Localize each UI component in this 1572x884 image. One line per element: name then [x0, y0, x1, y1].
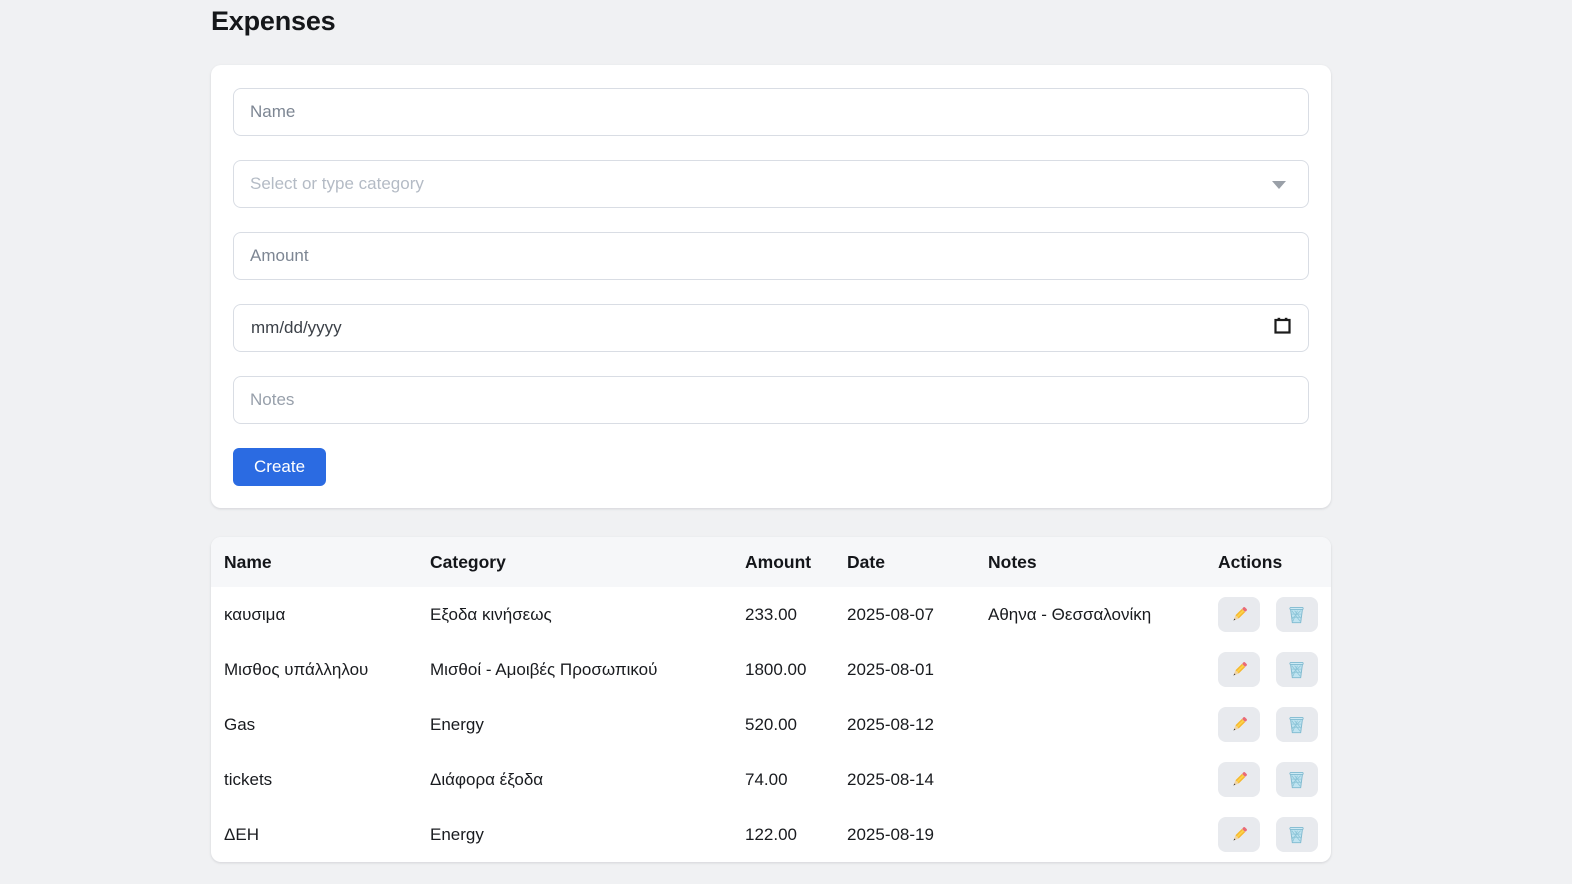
- cell-notes: Αθηνα - Θεσσαλονίκη: [988, 604, 1152, 624]
- delete-button[interactable]: [1275, 597, 1318, 632]
- table-row: Μισθος υπάλληλου Μισθοί - Αμοιβές Προσωπ…: [211, 642, 1331, 697]
- wastebasket-icon: [1287, 715, 1306, 734]
- header-notes: Notes: [988, 552, 1037, 572]
- header-amount: Amount: [745, 552, 812, 572]
- cell-date: 2025-08-19: [847, 824, 934, 844]
- cell-name: ΔΕΗ: [224, 824, 259, 844]
- cell-amount: 520.00: [745, 714, 797, 734]
- cell-notes: [975, 697, 1205, 752]
- cell-category: Εξοδα κινήσεως: [430, 604, 552, 624]
- pencil-icon: [1230, 605, 1249, 624]
- category-field-wrap: [233, 160, 1309, 208]
- name-field-wrap: [233, 88, 1309, 136]
- expenses-table: Name Category Amount Date Notes Actions …: [211, 537, 1331, 862]
- pencil-icon: [1230, 825, 1249, 844]
- notes-field-wrap: [233, 376, 1309, 424]
- cell-amount: 1800.00: [745, 659, 807, 679]
- amount-input[interactable]: [233, 232, 1309, 280]
- cell-name: Gas: [224, 714, 256, 734]
- delete-button[interactable]: [1275, 707, 1318, 742]
- expense-table-body: καυσιμα Εξοδα κινήσεως 233.00 2025-08-07…: [211, 587, 1331, 862]
- cell-date: 2025-08-12: [847, 714, 934, 734]
- delete-button[interactable]: [1275, 762, 1318, 797]
- calendar-icon[interactable]: [1274, 317, 1291, 339]
- table-row: Gas Energy 520.00 2025-08-12: [211, 697, 1331, 752]
- edit-button[interactable]: [1218, 707, 1260, 742]
- header-date: Date: [847, 552, 885, 572]
- create-button[interactable]: Create: [233, 448, 327, 486]
- wastebasket-icon: [1287, 825, 1306, 844]
- wastebasket-icon: [1287, 770, 1306, 789]
- cell-amount: 122.00: [745, 824, 797, 844]
- edit-button[interactable]: [1218, 817, 1260, 852]
- cell-actions: [1205, 807, 1331, 862]
- delete-button[interactable]: [1275, 652, 1318, 687]
- cell-category: Διάφορα έξοδα: [430, 769, 544, 789]
- date-placeholder-text: mm/dd/yyyy: [251, 318, 342, 337]
- chevron-down-icon[interactable]: [1272, 181, 1286, 189]
- page-title: Expenses: [211, 6, 336, 36]
- cell-date: 2025-08-07: [847, 604, 934, 624]
- cell-notes: [975, 642, 1205, 697]
- cell-amount: 233.00: [745, 604, 797, 624]
- cell-notes: [975, 807, 1205, 862]
- cell-name: Μισθος υπάλληλου: [224, 659, 369, 679]
- wastebasket-icon: [1287, 605, 1306, 624]
- date-input[interactable]: mm/dd/yyyy: [233, 304, 1309, 352]
- cell-category: Μισθοί - Αμοιβές Προσωπικού: [430, 659, 658, 679]
- pencil-icon: [1230, 660, 1249, 679]
- header-name: Name: [224, 552, 272, 572]
- cell-actions: [1205, 752, 1331, 807]
- delete-button[interactable]: [1275, 817, 1318, 852]
- cell-actions: [1205, 642, 1331, 697]
- edit-button[interactable]: [1218, 652, 1260, 687]
- cell-name: καυσιμα: [224, 604, 286, 624]
- name-input[interactable]: [233, 88, 1309, 136]
- table-row: tickets Διάφορα έξοδα 74.00 2025-08-14: [211, 752, 1331, 807]
- pencil-icon: [1230, 715, 1249, 734]
- cell-notes: [975, 752, 1205, 807]
- expense-form-card: mm/dd/yyyy Create: [211, 65, 1331, 508]
- cell-date: 2025-08-14: [847, 769, 934, 789]
- cell-actions: [1205, 587, 1331, 642]
- table-header: Name Category Amount Date Notes Actions: [211, 537, 1331, 587]
- cell-category: Energy: [430, 824, 484, 844]
- expenses-table-card: Name Category Amount Date Notes Actions …: [211, 537, 1331, 862]
- header-actions: Actions: [1218, 552, 1283, 572]
- header-category: Category: [430, 552, 506, 572]
- wastebasket-icon: [1287, 660, 1306, 679]
- pencil-icon: [1230, 770, 1249, 789]
- cell-amount: 74.00: [745, 769, 788, 789]
- date-field-wrap: mm/dd/yyyy: [233, 304, 1309, 352]
- cell-name: tickets: [224, 769, 273, 789]
- cell-actions: [1205, 697, 1331, 752]
- edit-button[interactable]: [1218, 762, 1260, 797]
- category-select-input[interactable]: [233, 160, 1309, 208]
- cell-date: 2025-08-01: [847, 659, 934, 679]
- notes-input[interactable]: [233, 376, 1309, 424]
- table-row: καυσιμα Εξοδα κινήσεως 233.00 2025-08-07…: [211, 587, 1331, 642]
- table-row: ΔΕΗ Energy 122.00 2025-08-19: [211, 807, 1331, 862]
- cell-category: Energy: [430, 714, 484, 734]
- amount-field-wrap: [233, 232, 1309, 280]
- edit-button[interactable]: [1218, 597, 1260, 632]
- page-container: Expenses mm/dd/yyyy: [211, 0, 1331, 862]
